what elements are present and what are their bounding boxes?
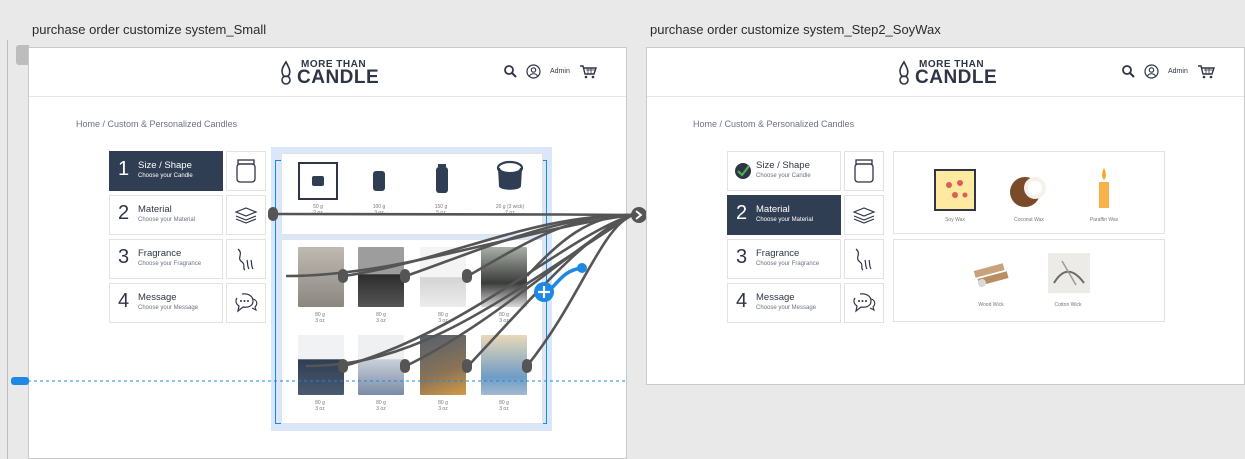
check-icon: [735, 163, 751, 179]
step-fragrance[interactable]: 3 Fragrance Choose your Fragrance: [727, 239, 841, 279]
step-message[interactable]: 4 Message Choose your Message: [727, 283, 841, 323]
cart-icon[interactable]: [1197, 64, 1215, 79]
connector-handle: [268, 207, 278, 221]
connector-handle: [522, 359, 532, 373]
paraffin-wax-icon[interactable]: [1094, 166, 1114, 210]
search-icon[interactable]: [1122, 65, 1135, 78]
step-number: 3: [736, 246, 748, 268]
connector-handle: [462, 269, 472, 283]
material-caption: Coconut Wax: [1014, 217, 1044, 223]
connector-handle: [400, 359, 410, 373]
admin-label[interactable]: Admin: [1168, 68, 1188, 75]
material-caption: Cotton Wick: [1054, 302, 1082, 308]
connector-handle: [462, 359, 472, 373]
soy-wax-icon: [946, 180, 968, 198]
coconut-wax-icon[interactable]: [1007, 170, 1051, 210]
step-number: 2: [736, 202, 748, 224]
cotton-wick-icon[interactable]: [1048, 253, 1090, 293]
step-title: Message: [756, 292, 795, 303]
connector-handle: [338, 359, 348, 373]
step-material[interactable]: 2 Material Choose your Material: [727, 195, 841, 235]
breadcrumb[interactable]: Home / Custom & Personalized Candles: [693, 119, 854, 129]
step-size-shape[interactable]: Size / Shape Choose your Candle: [727, 151, 841, 191]
site-header: MORE THAN CANDLE Admin: [647, 48, 1244, 97]
connector-end-dot: [577, 263, 587, 273]
step-title: Material: [756, 204, 790, 215]
material-caption: Soy Wax: [945, 217, 965, 223]
logo-main-text: CANDLE: [915, 67, 998, 88]
scent-icon[interactable]: [844, 239, 884, 279]
user-icon[interactable]: [1144, 64, 1159, 79]
right-artboard[interactable]: MORE THAN CANDLE Admin Home / Custom & P…: [646, 47, 1245, 385]
message-bubble-icon[interactable]: [844, 283, 884, 323]
material-caption: Paraffin Wax: [1089, 217, 1119, 223]
step-title: Fragrance: [756, 248, 800, 259]
step-desc: Choose your Message: [756, 305, 817, 311]
material-caption: Wood Wick: [978, 302, 1004, 308]
step-desc: Choose your Candle: [756, 173, 811, 179]
jar-icon[interactable]: [844, 151, 884, 191]
step-number: 4: [736, 290, 748, 312]
connector-handle: [400, 269, 410, 283]
brand-logo[interactable]: MORE THAN CANDLE: [897, 58, 1017, 88]
step-desc: Choose your Material: [756, 217, 814, 223]
guide-handle: [11, 377, 29, 385]
wood-wick-icon[interactable]: [970, 257, 1012, 291]
wick-options-panel: Wood Wick Cotton Wick: [893, 239, 1165, 322]
connector-line: [273, 212, 633, 217]
connector-line: [405, 213, 633, 278]
step-desc: Choose your Fragrance: [756, 261, 820, 267]
step-title: Size / Shape: [756, 160, 810, 171]
soy-wax-option[interactable]: [934, 169, 976, 211]
flame-logo-icon: [899, 60, 909, 85]
flow-target-arrow: [631, 207, 647, 223]
layers-icon[interactable]: [844, 195, 884, 235]
wax-options-panel: Soy Wax Coconut Wax Paraffin Wax: [893, 151, 1165, 234]
connector-handle: [338, 269, 348, 283]
